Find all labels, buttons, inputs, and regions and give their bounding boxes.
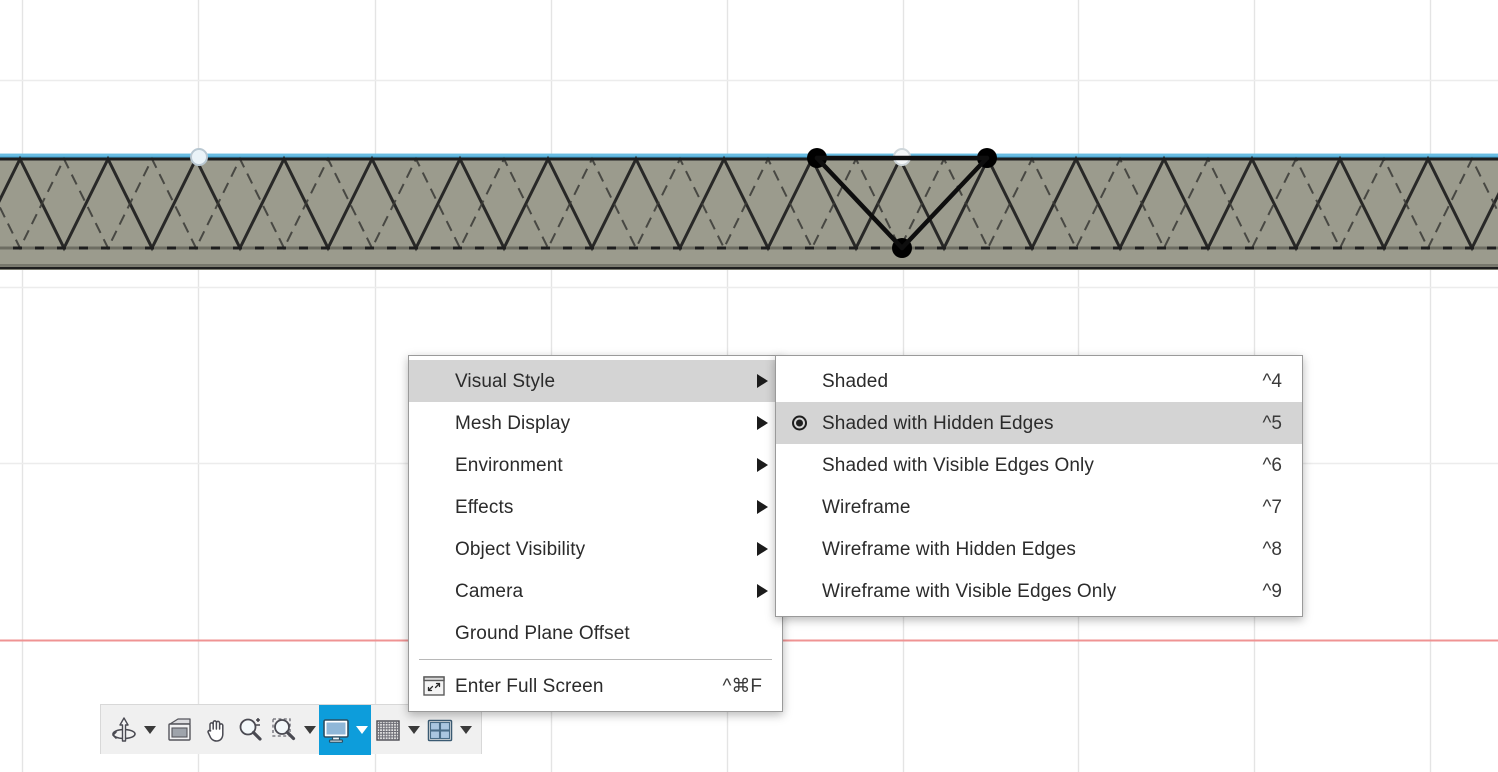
toolbar-group-rotate[interactable] <box>107 705 159 755</box>
menu-item-environment[interactable]: Environment <box>409 444 782 486</box>
submenu-item-shortcut: ^8 <box>1262 538 1282 560</box>
submenu-item-label: Shaded <box>822 370 889 392</box>
menu-item-label: Visual Style <box>455 370 556 392</box>
submenu-item-wireframe[interactable]: Wireframe ^7 <box>776 486 1302 528</box>
zoom-window-dropdown-arrow[interactable] <box>301 708 319 752</box>
submenu-item-shortcut: ^6 <box>1262 454 1282 476</box>
submenu-item-label: Wireframe with Visible Edges Only <box>822 580 1117 602</box>
chevron-right-icon <box>757 416 768 430</box>
display-mode-monitor-icon[interactable] <box>319 708 353 752</box>
viewport-layout-icon[interactable] <box>423 708 457 752</box>
visual-style-submenu[interactable]: Shaded ^4 Shaded with Hidden Edges ^5 Sh… <box>775 355 1303 617</box>
toolbar-group-zoom-window[interactable] <box>267 705 319 755</box>
view-menu[interactable]: Visual Style Mesh Display Environment Ef… <box>408 355 783 712</box>
rotate-view-icon[interactable] <box>107 708 141 752</box>
menu-item-label: Ground Plane Offset <box>455 622 630 644</box>
menu-item-mesh-display[interactable]: Mesh Display <box>409 402 782 444</box>
submenu-item-wireframe-with-visible-edges-only[interactable]: Wireframe with Visible Edges Only ^9 <box>776 570 1302 612</box>
menu-item-object-visibility[interactable]: Object Visibility <box>409 528 782 570</box>
menu-item-label: Camera <box>455 580 524 602</box>
application-window: Visual Style Mesh Display Environment Ef… <box>0 0 1498 772</box>
menu-separator <box>419 659 772 660</box>
menu-item-label: Environment <box>455 454 563 476</box>
zoom-magnifier-icon[interactable] <box>233 708 267 752</box>
submenu-item-shortcut: ^4 <box>1262 370 1282 392</box>
chevron-right-icon <box>757 542 768 556</box>
pan-hand-icon[interactable] <box>199 708 233 752</box>
chevron-right-icon <box>757 584 768 598</box>
chevron-right-icon <box>757 374 768 388</box>
menu-item-camera[interactable]: Camera <box>409 570 782 612</box>
zoom-window-icon[interactable] <box>267 708 301 752</box>
set-view-icon[interactable] <box>159 708 199 752</box>
chevron-right-icon <box>757 458 768 472</box>
grid-dropdown-arrow[interactable] <box>405 708 423 752</box>
menu-item-enter-full-screen[interactable]: Enter Full Screen ^⌘F <box>409 665 782 707</box>
grid-icon[interactable] <box>371 708 405 752</box>
menu-item-label: Effects <box>455 496 514 518</box>
display-mode-dropdown-arrow[interactable] <box>353 708 371 752</box>
menu-item-label: Object Visibility <box>455 538 586 560</box>
submenu-item-wireframe-with-hidden-edges[interactable]: Wireframe with Hidden Edges ^8 <box>776 528 1302 570</box>
submenu-item-shortcut: ^7 <box>1262 496 1282 518</box>
submenu-item-shaded[interactable]: Shaded ^4 <box>776 360 1302 402</box>
menu-item-label: Mesh Display <box>455 412 571 434</box>
submenu-item-shaded-with-visible-edges-only[interactable]: Shaded with Visible Edges Only ^6 <box>776 444 1302 486</box>
layout-dropdown-arrow[interactable] <box>457 708 475 752</box>
submenu-item-shortcut: ^9 <box>1262 580 1282 602</box>
submenu-item-label: Shaded with Hidden Edges <box>822 412 1054 434</box>
menu-item-visual-style[interactable]: Visual Style <box>409 360 782 402</box>
full-screen-icon <box>423 676 445 696</box>
menu-item-shortcut: ^⌘F <box>722 675 762 697</box>
radio-selected-icon <box>792 415 807 431</box>
submenu-item-shaded-with-hidden-edges[interactable]: Shaded with Hidden Edges ^5 <box>776 402 1302 444</box>
submenu-item-label: Wireframe with Hidden Edges <box>822 538 1077 560</box>
submenu-item-label: Shaded with Visible Edges Only <box>822 454 1094 476</box>
rotate-view-dropdown-arrow[interactable] <box>141 708 159 752</box>
menu-item-label: Enter Full Screen <box>455 675 604 697</box>
toolbar-group-layout[interactable] <box>423 705 475 755</box>
menu-item-effects[interactable]: Effects <box>409 486 782 528</box>
submenu-item-shortcut: ^5 <box>1262 412 1282 434</box>
toolbar-group-grid[interactable] <box>371 705 423 755</box>
menu-item-ground-plane-offset[interactable]: Ground Plane Offset <box>409 612 782 654</box>
chevron-right-icon <box>757 500 768 514</box>
display-mode-button[interactable] <box>319 704 371 755</box>
submenu-item-label: Wireframe <box>822 496 911 518</box>
